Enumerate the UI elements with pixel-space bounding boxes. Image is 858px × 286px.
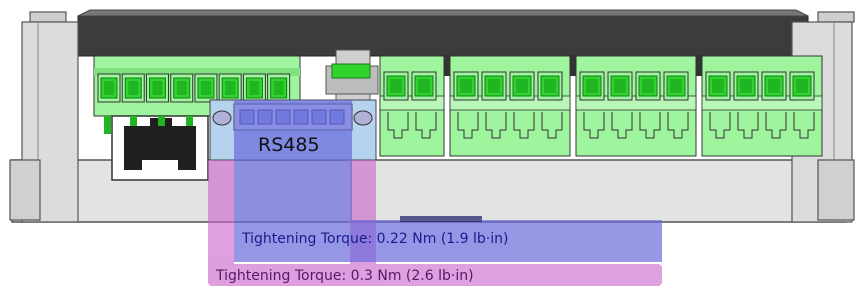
left-mount-bracket bbox=[9, 11, 79, 223]
right-terminal-blocks bbox=[379, 55, 823, 157]
terminal-group bbox=[449, 55, 571, 157]
terminal-screw bbox=[705, 71, 731, 101]
group-divider bbox=[696, 56, 702, 76]
torque-label-large: Tightening Torque: 0.3 Nm (2.6 lb·in) bbox=[216, 268, 474, 284]
group-divider bbox=[570, 56, 576, 76]
housing-top-bar bbox=[77, 15, 809, 57]
terminal-group bbox=[575, 55, 697, 157]
terminal-screw bbox=[733, 71, 759, 101]
housing-top-bevel bbox=[77, 9, 809, 17]
left-terminal-screw bbox=[242, 73, 266, 103]
left-terminal-screw bbox=[194, 73, 218, 103]
terminal-screw bbox=[579, 71, 605, 101]
terminal-screw bbox=[789, 71, 815, 101]
torque-label-small: Tightening Torque: 0.22 Nm (1.9 lb·in) bbox=[242, 231, 509, 247]
left-terminal-screw bbox=[218, 73, 242, 103]
terminal-screw bbox=[761, 71, 787, 101]
left-terminal-screw bbox=[170, 73, 194, 103]
terminal-screw bbox=[453, 71, 479, 101]
terminal-screw bbox=[635, 71, 661, 101]
left-terminal-screw bbox=[145, 73, 169, 103]
terminal-screw bbox=[509, 71, 535, 101]
group-divider bbox=[444, 56, 450, 76]
left-terminal-screw bbox=[121, 73, 145, 103]
terminal-screw bbox=[481, 71, 507, 101]
left-terminal-screw bbox=[97, 73, 121, 103]
terminal-screw bbox=[383, 71, 409, 101]
terminal-group bbox=[379, 55, 445, 157]
terminal-screw bbox=[607, 71, 633, 101]
terminal-screw bbox=[537, 71, 563, 101]
rs485-label: RS485 bbox=[258, 134, 320, 156]
terminal-group bbox=[701, 55, 823, 157]
terminal-screw bbox=[411, 71, 437, 101]
left-terminal-screw bbox=[267, 73, 291, 103]
terminal-screw bbox=[663, 71, 689, 101]
